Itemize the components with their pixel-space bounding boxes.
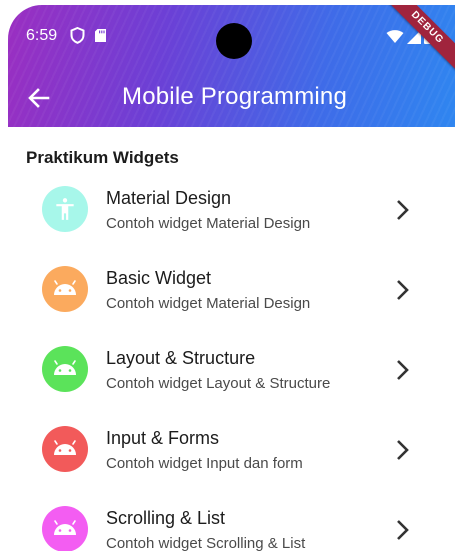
list-item-subtitle: Contoh widget Layout & Structure [106, 375, 331, 392]
list-item-title: Basic Widget [106, 268, 212, 288]
chevron-right-icon [397, 280, 409, 300]
phone-screen: 6:59 DEBUG Mobile Programming Praktikum … [0, 0, 455, 551]
chevron-right-icon [397, 360, 409, 380]
shield-icon [70, 26, 85, 49]
list-item-avatar [42, 506, 88, 551]
sd-card-icon [94, 28, 107, 48]
wifi-icon [386, 30, 404, 49]
list-item-scrolling-list[interactable]: Scrolling & List Contoh widget Scrolling… [0, 492, 455, 551]
camera-cutout [216, 23, 252, 59]
chevron-right-icon [397, 520, 409, 540]
app-bar: Mobile Programming [8, 69, 455, 127]
list-item-input-forms[interactable]: Input & Forms Contoh widget Input dan fo… [0, 412, 455, 492]
widget-list: Material Design Contoh widget Material D… [0, 172, 455, 551]
list-item-material-design[interactable]: Material Design Contoh widget Material D… [0, 172, 455, 252]
list-item-subtitle: Contoh widget Material Design [106, 215, 311, 232]
list-item-avatar [42, 186, 88, 232]
list-item-subtitle: Contoh widget Input dan form [106, 455, 303, 472]
section-title: Praktikum Widgets [26, 148, 179, 167]
list-item-basic-widget[interactable]: Basic Widget Contoh widget Material Desi… [0, 252, 455, 332]
page-title: Mobile Programming [122, 83, 348, 110]
list-item-title: Material Design [106, 188, 232, 208]
list-item-title: Layout & Structure [106, 348, 256, 368]
status-bar: 6:59 [8, 5, 455, 61]
app-header: 6:59 DEBUG Mobile Programming [8, 5, 455, 127]
list-item-layout-structure[interactable]: Layout & Structure Contoh widget Layout … [0, 332, 455, 412]
list-item-avatar [42, 266, 88, 312]
android-icon [54, 440, 76, 455]
arrow-back-icon [28, 88, 50, 108]
list-item-title: Scrolling & List [106, 508, 226, 528]
status-time: 6:59 [26, 27, 58, 44]
chevron-right-icon [397, 440, 409, 460]
list-item-subtitle: Contoh widget Scrolling & List [106, 535, 306, 551]
android-icon [54, 520, 76, 535]
accessibility-icon [56, 198, 74, 220]
list-item-subtitle: Contoh widget Material Design [106, 295, 311, 312]
android-icon [54, 360, 76, 375]
list-item-avatar [42, 346, 88, 392]
android-icon [54, 280, 76, 295]
chevron-right-icon [397, 200, 409, 220]
list-item-avatar [42, 426, 88, 472]
back-button[interactable] [26, 85, 52, 111]
list-item-title: Input & Forms [106, 428, 220, 448]
